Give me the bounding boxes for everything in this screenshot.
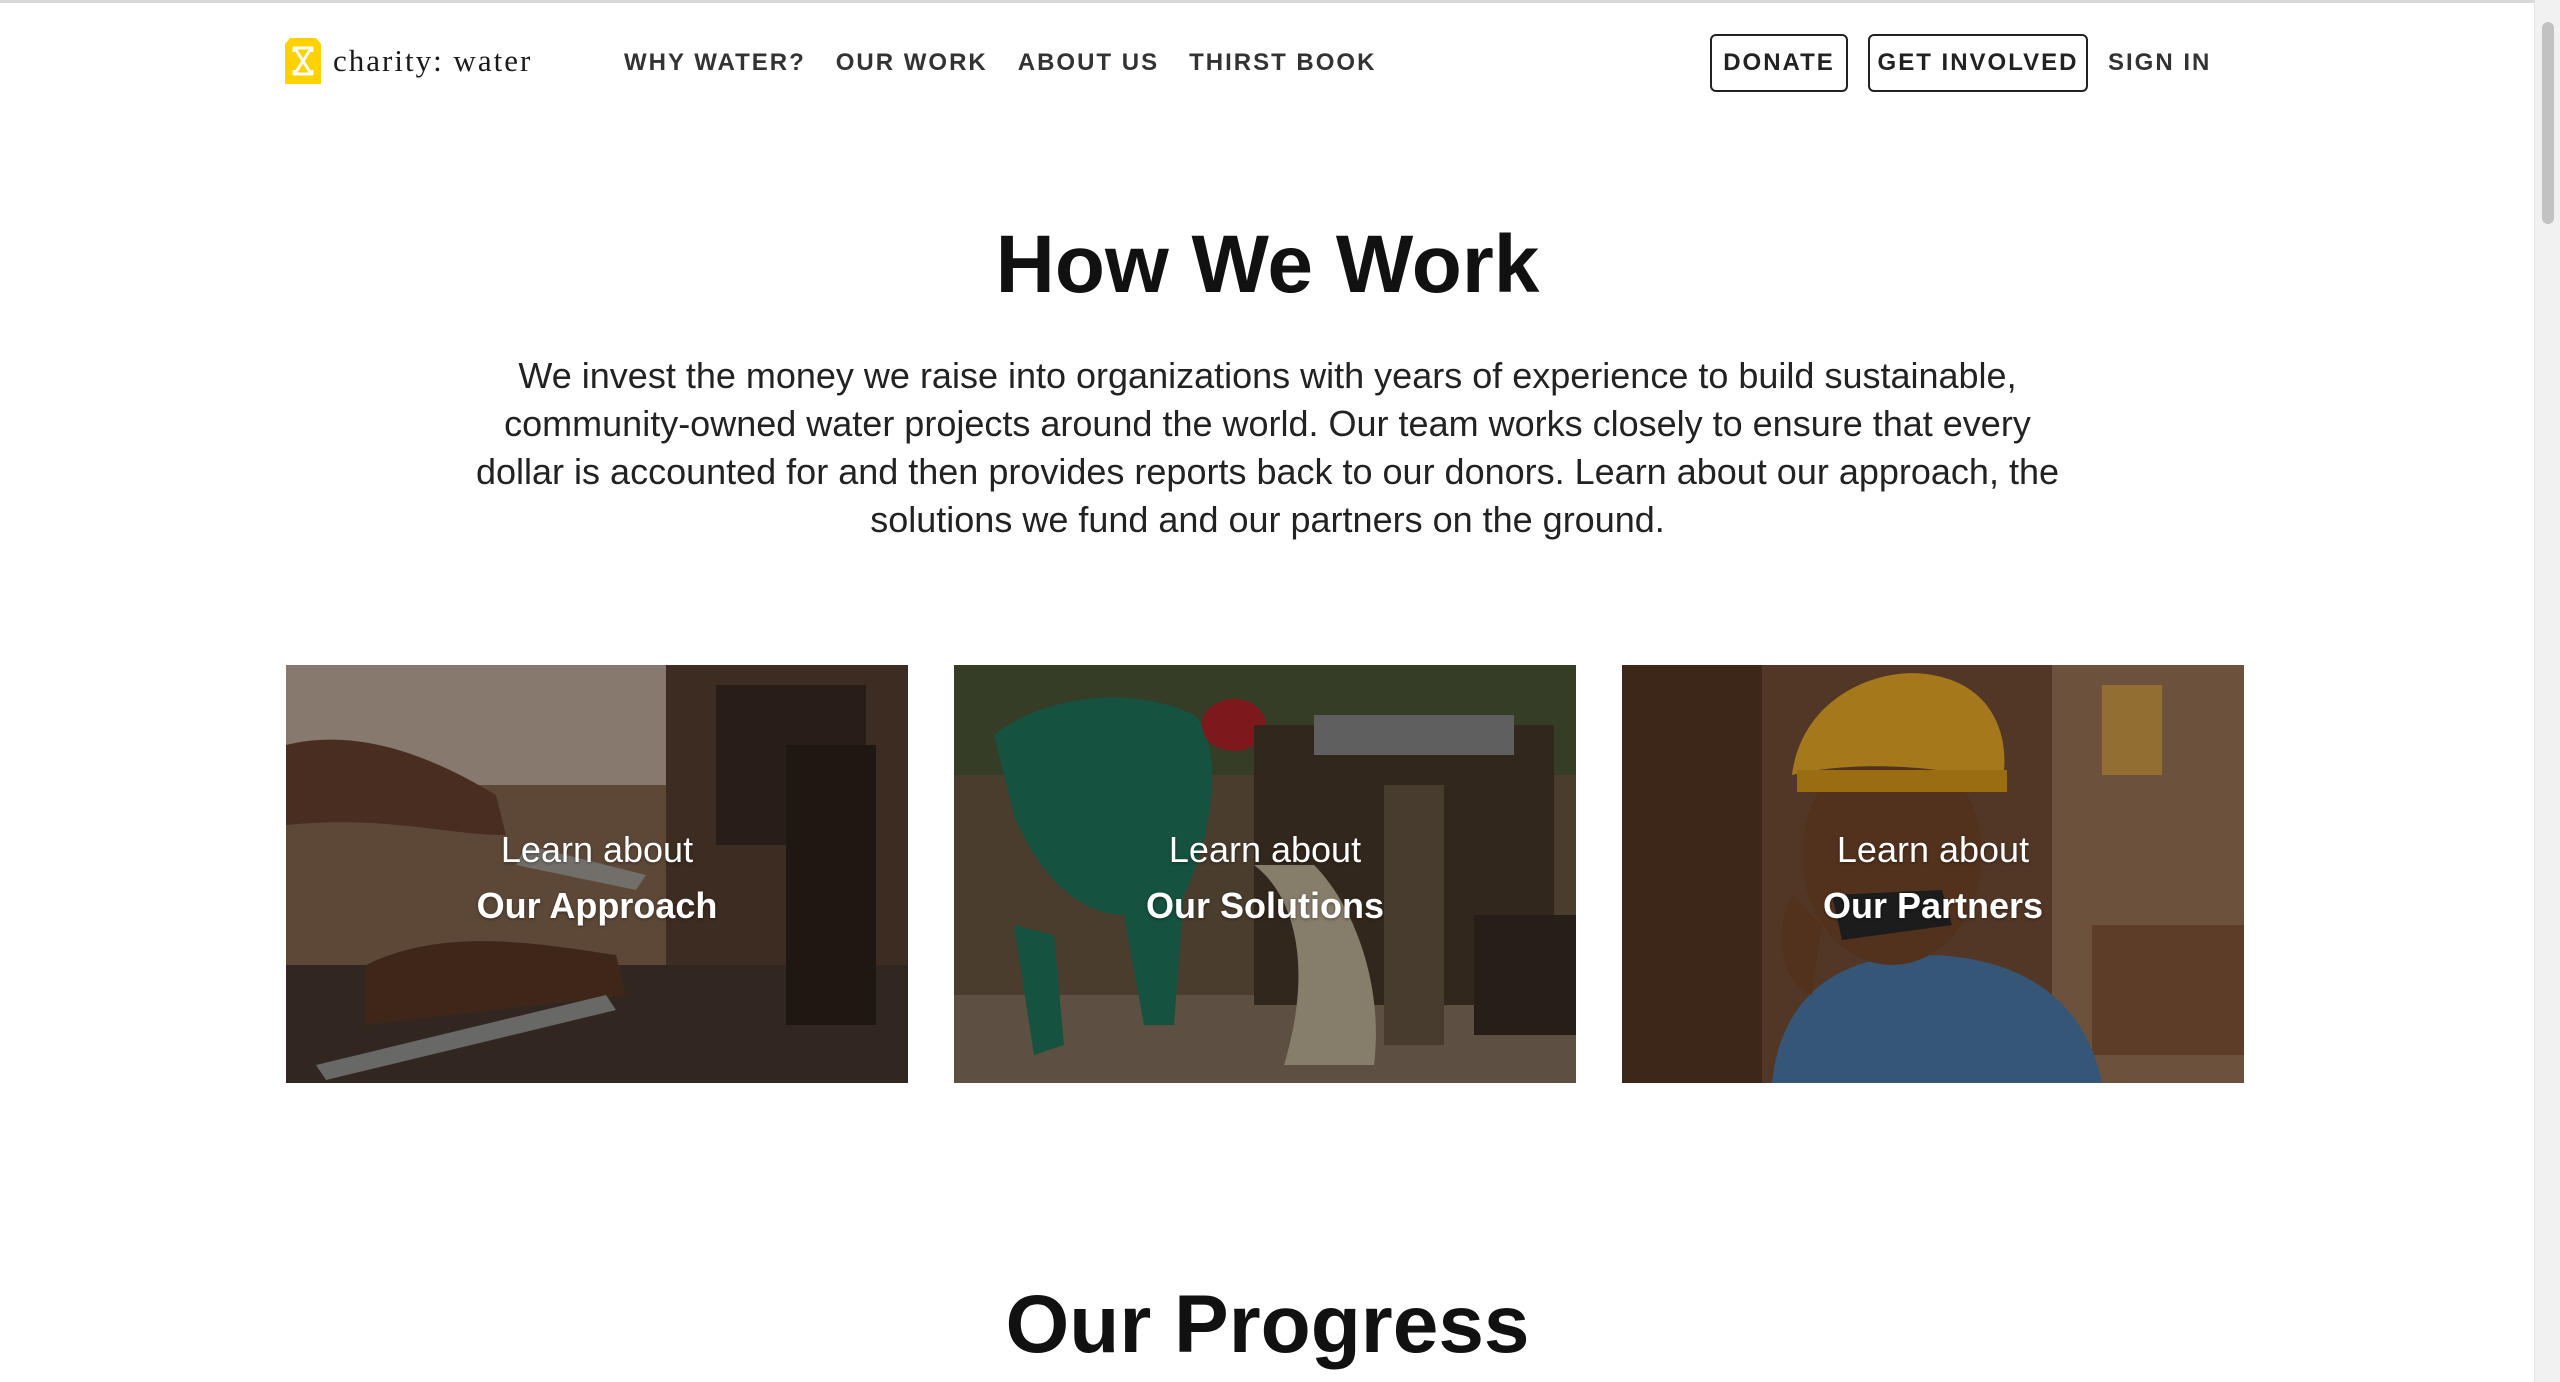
logo-link[interactable]: charity: water [285,38,532,84]
card-caption-title: Our Approach [476,885,718,926]
card-our-approach[interactable]: Learn about Our Approach [286,665,908,1083]
nav-thirst-book[interactable]: THIRST BOOK [1189,46,1376,80]
card-caption-title: Our Solutions [1146,885,1384,926]
sign-in-link[interactable]: SIGN IN [2108,49,2211,77]
nav-about-us[interactable]: ABOUT US [1018,46,1159,80]
card-our-partners[interactable]: Learn about Our Partners [1622,665,2244,1083]
card-caption: Learn about Our Partners [1622,822,2244,934]
intro-paragraph: We invest the money we raise into organi… [476,355,2059,540]
card-caption: Learn about Our Solutions [954,822,1576,934]
header-actions: DONATE GET INVOLVED SIGN IN [1710,34,2211,92]
progress-section-title: Our Progress [1005,1279,1530,1370]
work-cards: Learn about Our Approach Learn about Our… [286,665,2244,1083]
card-caption-title: Our Partners [1822,885,2044,926]
card-caption-prefix: Learn about [500,829,694,870]
card-caption: Learn about Our Approach [286,822,908,934]
nav-our-work[interactable]: OUR WORK [836,46,988,80]
donate-button[interactable]: DONATE [1710,34,1848,92]
card-caption-prefix: Learn about [1168,829,1362,870]
get-involved-button[interactable]: GET INVOLVED [1868,34,2088,92]
card-our-solutions[interactable]: Learn about Our Solutions [954,665,1576,1083]
jerry-can-logo-icon [285,38,321,84]
site-header: charity: water WHY WATER? OUR WORK ABOUT… [0,0,2535,126]
nav-why-water[interactable]: WHY WATER? [624,46,806,80]
main-nav: WHY WATER? OUR WORK ABOUT US THIRST BOOK [624,46,1406,80]
page-title: How We Work [995,219,1540,310]
card-caption-prefix: Learn about [1836,829,2030,870]
page-scrollbar[interactable] [2534,0,2560,1382]
page: charity: water WHY WATER? OUR WORK ABOUT… [0,0,2560,1382]
scrollbar-thumb[interactable] [2542,22,2554,224]
logo-text: charity: water [333,43,533,78]
